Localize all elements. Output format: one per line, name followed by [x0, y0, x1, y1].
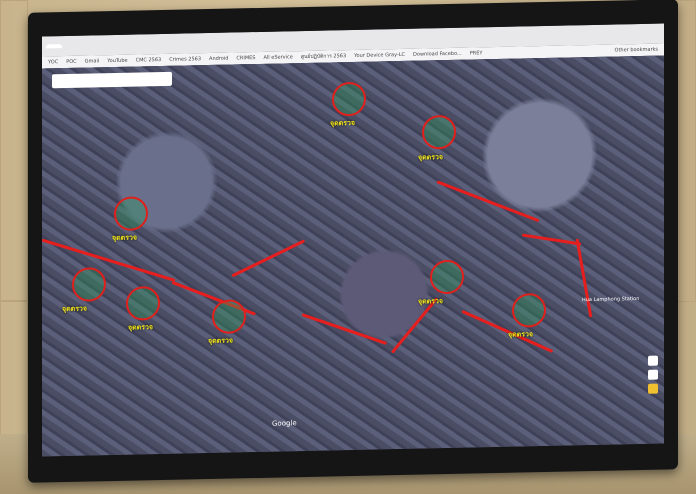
- satellite-map[interactable]: จุดตรวจ จุดตรวจ จุดตรวจ จุดตรวจ จุดตรวจ …: [42, 55, 664, 457]
- map-provider: Google: [272, 419, 297, 428]
- tv-screen: YOC POC Gmail YouTube CMC 2563 Crimes 25…: [42, 23, 664, 457]
- bookmark[interactable]: YOC: [48, 59, 58, 65]
- route-segment: [42, 238, 176, 282]
- map-search-input[interactable]: [52, 71, 172, 89]
- bookmark[interactable]: PREY: [470, 50, 483, 56]
- bookmark[interactable]: Your Device Gray-LC: [354, 52, 405, 59]
- television: YOC POC Gmail YouTube CMC 2563 Crimes 25…: [28, 0, 678, 483]
- checkpoint-label: จุดตรวจ: [128, 323, 153, 332]
- checkpoint-marker[interactable]: [332, 81, 366, 117]
- browser-tab[interactable]: [46, 44, 62, 49]
- checkpoint-marker[interactable]: [422, 114, 456, 150]
- bookmark[interactable]: POC: [66, 59, 76, 65]
- route-segment: [436, 180, 540, 223]
- checkpoint-label: จุดตรวจ: [418, 297, 443, 306]
- bookmark[interactable]: ศูนย์ปฏิบัติการ 2563: [301, 52, 346, 61]
- route-segment: [301, 313, 388, 345]
- bookmark[interactable]: CMC 2563: [136, 57, 162, 64]
- station-label: Hua Lamphong Station: [582, 296, 640, 304]
- bookmark[interactable]: All eService: [263, 54, 292, 61]
- pegman-icon[interactable]: [648, 383, 658, 394]
- checkpoint-marker[interactable]: [114, 196, 148, 232]
- wall-panel: [676, 0, 696, 302]
- wall-panel: [0, 0, 28, 302]
- checkpoint-label: จุดตรวจ: [112, 233, 137, 243]
- checkpoint-label: จุดตรวจ: [330, 118, 355, 128]
- checkpoint-label: จุดตรวจ: [418, 153, 443, 162]
- checkpoint-marker[interactable]: [512, 292, 546, 328]
- checkpoint-label: จุดตรวจ: [62, 304, 87, 314]
- bookmark[interactable]: Download Facebo...: [413, 51, 462, 58]
- bookmark[interactable]: Crimes 2563: [169, 56, 201, 63]
- checkpoint-label: จุดตรวจ: [208, 336, 233, 346]
- route-segment: [521, 233, 582, 246]
- checkpoint-marker[interactable]: [430, 259, 464, 295]
- bookmark[interactable]: YouTube: [107, 58, 127, 64]
- checkpoint-label: จุดตรวจ: [508, 330, 533, 339]
- zoom-out-button[interactable]: [648, 369, 658, 380]
- bookmark[interactable]: CRIMES: [236, 55, 255, 61]
- zoom-in-button[interactable]: [648, 355, 658, 366]
- checkpoint-marker[interactable]: [212, 299, 246, 334]
- wall-panel: [0, 300, 28, 436]
- checkpoint-marker[interactable]: [126, 286, 160, 321]
- checkpoint-marker[interactable]: [72, 267, 106, 302]
- bookmark[interactable]: Gmail: [85, 58, 100, 64]
- route-segment: [575, 238, 593, 318]
- other-bookmarks[interactable]: Other bookmarks: [615, 47, 658, 54]
- route-segment: [231, 239, 306, 278]
- bookmark[interactable]: Android: [209, 56, 228, 62]
